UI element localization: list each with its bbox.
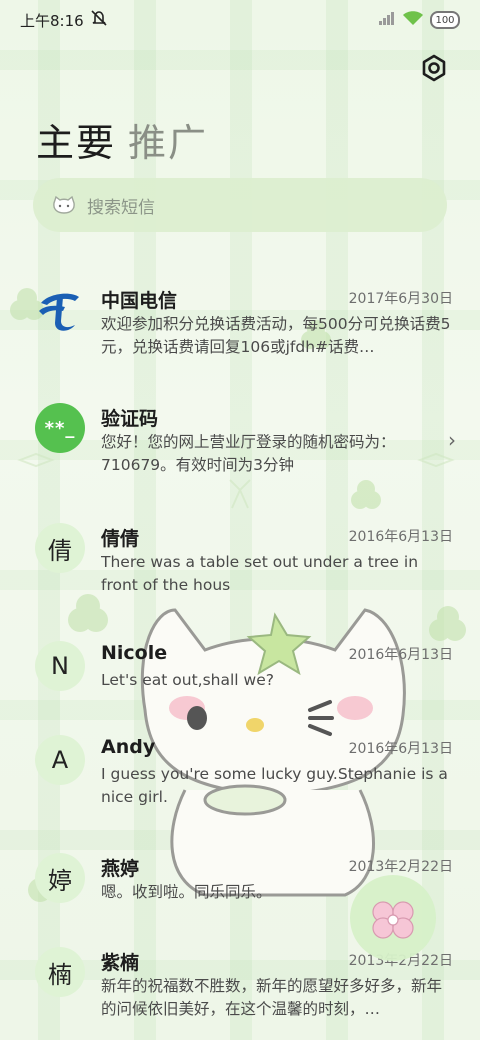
battery-icon: 100 bbox=[430, 11, 460, 29]
contact-name: Nicole bbox=[101, 642, 168, 664]
message-preview: 欢迎参加积分兑换话费活动，每500分可兑换话费5元，兑换话费请回复106或jfd… bbox=[101, 315, 451, 356]
message-date: 2016年6月13日 bbox=[348, 647, 453, 663]
battery-level: 100 bbox=[435, 14, 455, 26]
signal-icon bbox=[378, 11, 396, 29]
cat-face-icon bbox=[53, 195, 75, 214]
conversation-row[interactable]: **_ 验证码 您好！您的网上营业厅登录的随机密码为：710679。有效时间为3… bbox=[0, 398, 480, 508]
contact-name: 紫楠 bbox=[101, 952, 140, 974]
wifi-icon bbox=[402, 10, 424, 30]
mute-icon bbox=[90, 10, 108, 30]
message-date: 2013年2月22日 bbox=[348, 859, 453, 875]
message-date: 2017年6月30日 bbox=[348, 291, 453, 307]
contact-avatar: A bbox=[35, 735, 85, 785]
tab-primary[interactable]: 主要 bbox=[36, 112, 116, 167]
message-date: 2016年6月13日 bbox=[348, 529, 453, 545]
status-time: 上午8:16 bbox=[20, 11, 84, 30]
hexagon-gear-icon bbox=[422, 54, 446, 82]
message-preview: I guess you're some lucky guy.Stephanie … bbox=[101, 765, 448, 806]
contact-name: 验证码 bbox=[101, 408, 159, 430]
message-preview: 您好！您的网上营业厅登录的随机密码为：710679。有效时间为3分钟 bbox=[101, 433, 396, 474]
conversation-row[interactable]: 中国电信 2017年6月30日 欢迎参加积分兑换话费活动，每500分可兑换话费5… bbox=[0, 280, 480, 390]
contact-avatar: 倩 bbox=[35, 523, 85, 573]
contact-name: Andy bbox=[101, 736, 156, 758]
message-date: 2016年6月13日 bbox=[348, 741, 453, 757]
contact-avatar: 楠 bbox=[35, 947, 85, 997]
message-preview: 新年的祝福数不胜数，新年的愿望好多好多，新年的问候依旧美好，在这个温馨的时刻，… bbox=[101, 977, 443, 1018]
search-placeholder: 搜索短信 bbox=[87, 197, 155, 218]
settings-button[interactable] bbox=[418, 52, 450, 84]
contact-name: 燕婷 bbox=[101, 858, 140, 880]
chevron-right-icon[interactable]: › bbox=[448, 428, 456, 452]
contact-avatar: N bbox=[35, 641, 85, 691]
tab-bar: 主要 推广 bbox=[36, 112, 208, 167]
conversation-row[interactable]: 倩 倩倩 2016年6月13日 There was a table set ou… bbox=[0, 518, 480, 628]
compose-button[interactable] bbox=[350, 875, 436, 961]
contact-name: 中国电信 bbox=[101, 290, 178, 312]
contact-name: 倩倩 bbox=[101, 528, 140, 550]
contact-avatar: **_ bbox=[35, 403, 85, 453]
tab-promotions[interactable]: 推广 bbox=[128, 112, 208, 167]
clover-compose-icon bbox=[372, 901, 414, 939]
status-right: 100 bbox=[378, 10, 460, 30]
contact-avatar: 婷 bbox=[35, 853, 85, 903]
message-preview: Let's eat out,shall we? bbox=[101, 671, 274, 689]
message-preview: There was a table set out under a tree i… bbox=[101, 553, 419, 594]
conversation-row[interactable]: A Andy 2016年6月13日 I guess you're some lu… bbox=[0, 730, 480, 840]
china-telecom-logo-icon bbox=[35, 285, 85, 335]
status-bar: 上午8:16 100 bbox=[0, 0, 480, 40]
search-bar[interactable]: 搜索短信 bbox=[33, 178, 447, 232]
